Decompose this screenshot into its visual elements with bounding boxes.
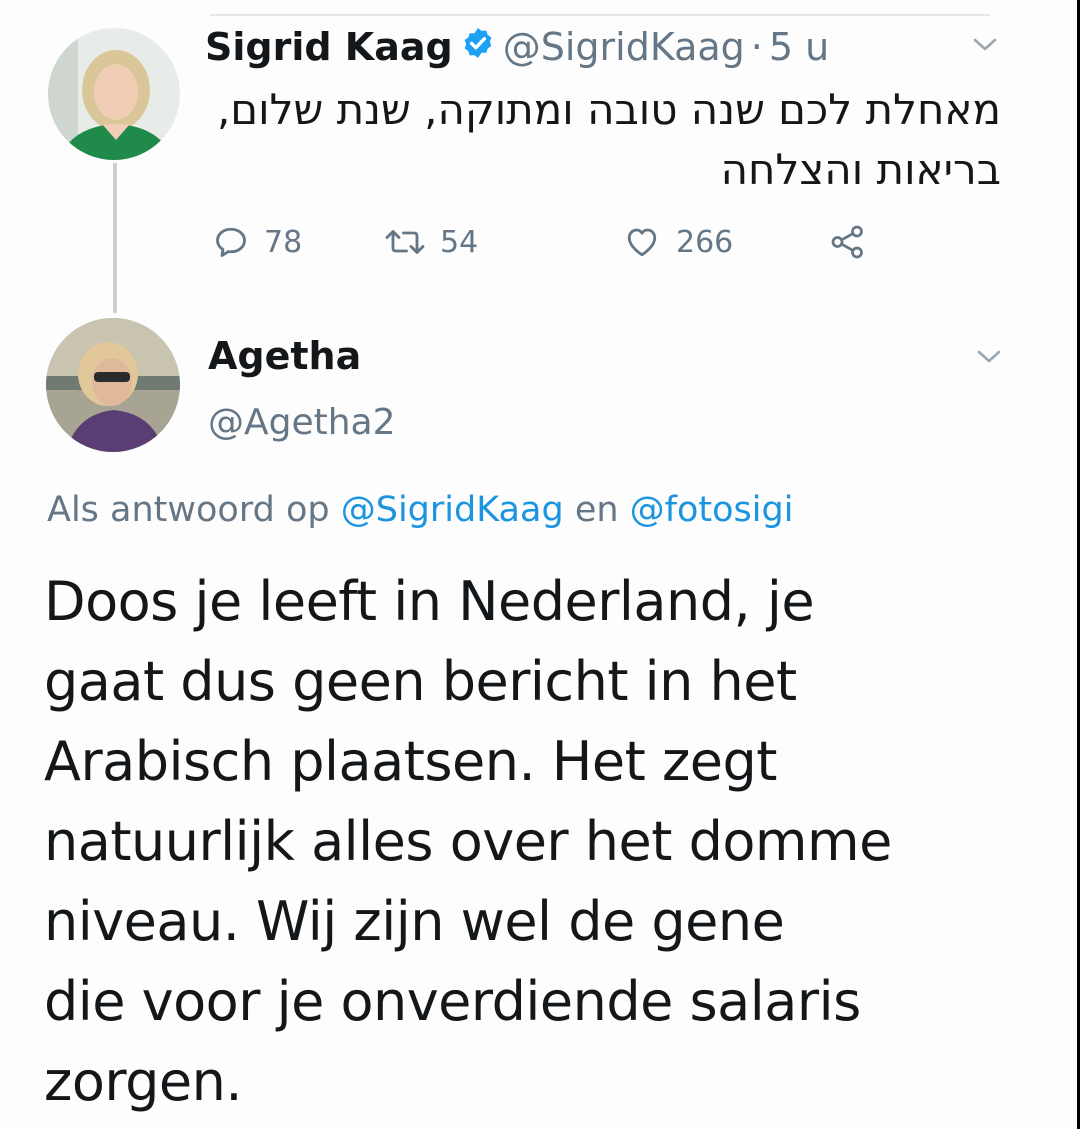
- tweet1-separator: ·: [750, 25, 763, 69]
- tweet2-author-name[interactable]: Agetha: [208, 334, 361, 378]
- tweet1-text-line2: בריאות והצלחה: [720, 145, 1001, 194]
- chevron-down-icon[interactable]: [976, 348, 1002, 366]
- tweet2-text-line: Arabisch plaatsen. Het zegt: [44, 730, 777, 793]
- tweet2-text-line: gaat dus geen bericht in het: [44, 650, 797, 713]
- reply-mention-fotosigi[interactable]: @fotosigi: [630, 490, 794, 530]
- tweet1-text-line1: מאחלת לכם שנה טובה ומתוקה, שנת שלום,: [216, 85, 1001, 134]
- tweet2-text-line: niveau. Wij zijn wel de gene: [44, 890, 785, 953]
- tweet2-text-line: die voor je onverdiende salaris: [44, 970, 861, 1033]
- reply-context: Als antwoord op @SigridKaag en @fotosigi: [47, 490, 793, 530]
- reply-icon: [216, 227, 246, 257]
- reply-conjunction: en: [574, 490, 619, 530]
- retweet-icon: [385, 230, 425, 254]
- thread-connector-line: [113, 163, 117, 313]
- like-button[interactable]: 266: [622, 222, 733, 262]
- tweet1-author-name[interactable]: Sigrid Kaag: [205, 24, 453, 70]
- chevron-down-icon[interactable]: [972, 36, 998, 54]
- tweet1-handle[interactable]: @SigridKaag: [503, 24, 745, 70]
- reply-button[interactable]: 78: [212, 222, 302, 262]
- like-count: 266: [676, 224, 734, 260]
- tweet-thread: Sigrid Kaag @SigridKaag · 5 u מאחלת לכם …: [0, 0, 1077, 1129]
- share-icon: [831, 225, 863, 259]
- reply-mention-sigridkaag[interactable]: @SigridKaag: [341, 490, 564, 530]
- verified-badge-icon: [461, 24, 495, 70]
- tweet2-text-line: Doos je leeft in Nederland, je: [44, 570, 815, 633]
- retweet-count: 54: [440, 224, 479, 260]
- tweet1-text: מאחלת לכם שנה טובה ומתוקה, שנת שלום, ברי…: [181, 80, 1001, 200]
- share-button[interactable]: [828, 222, 882, 262]
- avatar-agetha[interactable]: [46, 318, 180, 452]
- tweet2-text: Doos je leeft in Nederland, je gaat dus …: [44, 562, 1024, 1122]
- avatar-sigrid-kaag[interactable]: [48, 28, 180, 160]
- divider: [210, 14, 990, 16]
- like-icon: [627, 228, 657, 257]
- tweet2-handle[interactable]: @Agetha2: [208, 402, 396, 443]
- reply-count: 78: [264, 224, 303, 260]
- reply-prefix: Als antwoord op: [47, 490, 330, 530]
- tweet2-text-line: zorgen.: [44, 1050, 243, 1113]
- tweet2-text-line: natuurlijk alles over het domme: [44, 810, 892, 873]
- tweet1-timestamp[interactable]: 5 u: [769, 24, 829, 70]
- tweet1-header: Sigrid Kaag @SigridKaag · 5 u: [205, 24, 829, 70]
- retweet-button[interactable]: 54: [384, 222, 478, 262]
